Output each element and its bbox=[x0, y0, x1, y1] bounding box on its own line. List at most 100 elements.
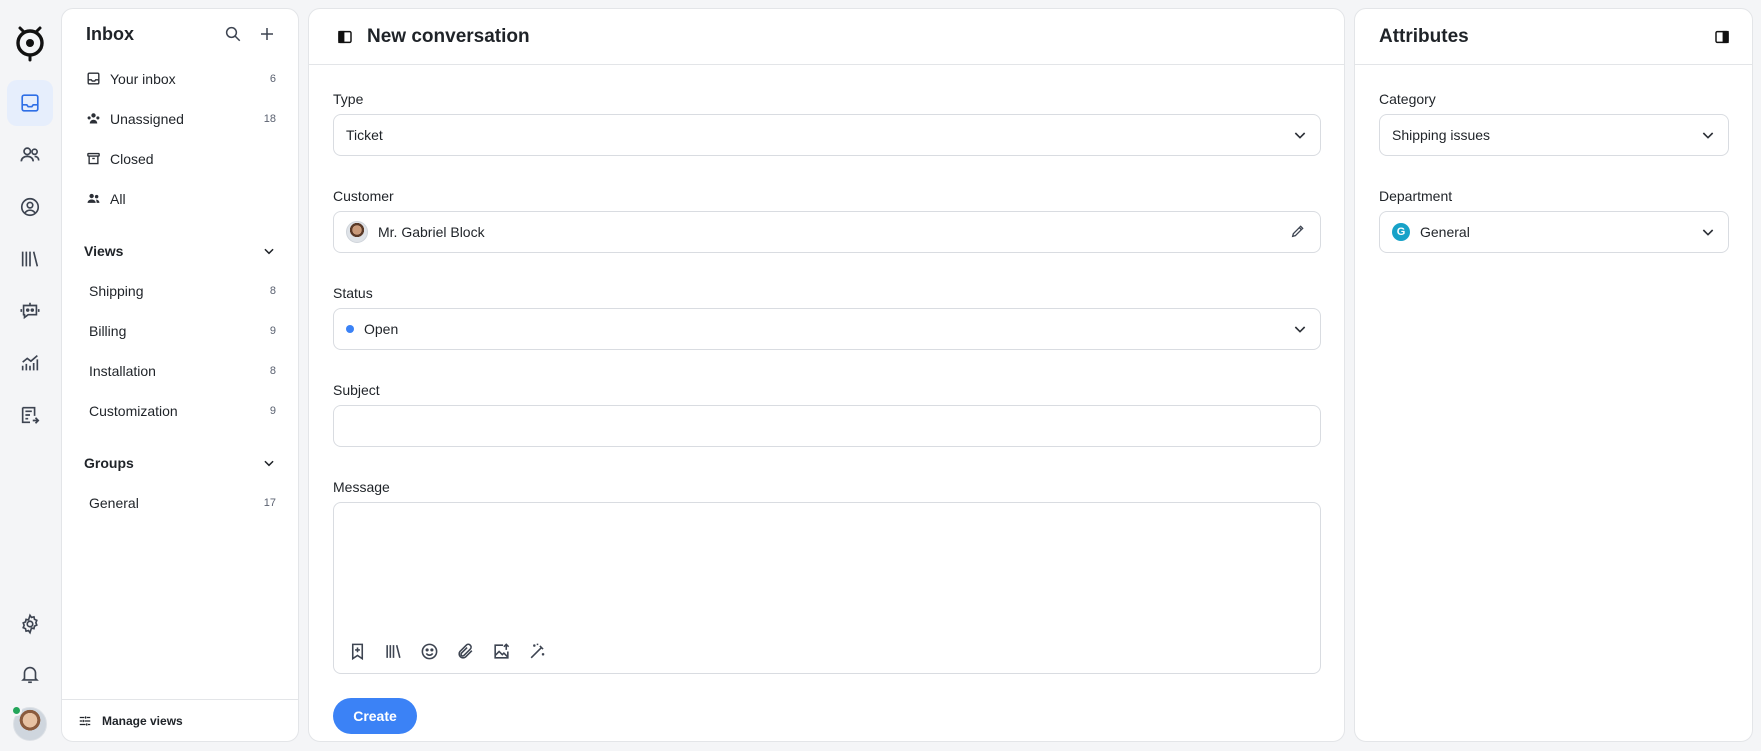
customer-label: Customer bbox=[333, 188, 394, 204]
sidebar-item-all[interactable]: All bbox=[62, 179, 298, 219]
view-count: 8 bbox=[269, 365, 276, 377]
rail-bottom bbox=[7, 601, 53, 741]
category-value: Shipping issues bbox=[1392, 127, 1491, 143]
reports-icon bbox=[21, 355, 39, 371]
attributes-panel: Attributes Category Shipping issues Depa… bbox=[1354, 8, 1753, 742]
sidebar-item-general[interactable]: General 17 bbox=[62, 483, 298, 523]
groups-section-title: Groups bbox=[84, 455, 134, 471]
rail-profile[interactable] bbox=[7, 184, 53, 230]
rail-reports[interactable] bbox=[7, 340, 53, 386]
sidebar-item-label: Closed bbox=[110, 151, 154, 167]
pencil-icon[interactable] bbox=[1290, 223, 1308, 241]
chevron-down-icon bbox=[1292, 321, 1308, 337]
inbox-icon bbox=[86, 71, 102, 87]
chevron-down-icon bbox=[1292, 127, 1308, 143]
sidebar-item-unassigned[interactable]: Unassigned 18 bbox=[62, 99, 298, 139]
archive-icon bbox=[86, 151, 102, 167]
chevron-down-icon bbox=[1700, 127, 1716, 143]
sliders-icon bbox=[79, 715, 91, 726]
sidebar-item-customization[interactable]: Customization 9 bbox=[62, 391, 298, 431]
sidebar-item-installation[interactable]: Installation 8 bbox=[62, 351, 298, 391]
image-upload-icon[interactable] bbox=[492, 642, 511, 661]
type-label: Type bbox=[333, 91, 364, 107]
new-conversation-panel: New conversation Type Ticket Customer Mr… bbox=[308, 8, 1345, 742]
groups-section-header[interactable]: Groups bbox=[62, 443, 298, 483]
rail-notifications[interactable] bbox=[7, 651, 53, 697]
user-circle-icon bbox=[20, 197, 40, 217]
sidebar-item-label: All bbox=[110, 191, 126, 207]
settings-icon bbox=[22, 613, 38, 635]
sidebar-item-shipping[interactable]: Shipping 8 bbox=[62, 271, 298, 311]
sidebar-item-count: 6 bbox=[269, 73, 276, 85]
department-label: Department bbox=[1379, 188, 1453, 204]
sidebar-header-actions bbox=[224, 25, 276, 43]
rail-inbox[interactable] bbox=[7, 80, 53, 126]
sidebar-item-count: 18 bbox=[263, 113, 276, 125]
department-badge: G bbox=[1392, 223, 1410, 241]
rail-contacts[interactable] bbox=[7, 132, 53, 178]
status-select[interactable]: Open bbox=[333, 308, 1321, 350]
group-label: General bbox=[89, 495, 139, 511]
user-avatar[interactable] bbox=[11, 705, 47, 741]
type-select[interactable]: Ticket bbox=[333, 114, 1321, 156]
view-label: Billing bbox=[89, 323, 127, 339]
rail-assign[interactable] bbox=[7, 392, 53, 438]
customer-value: Mr. Gabriel Block bbox=[378, 224, 485, 240]
chevron-down-icon bbox=[264, 248, 274, 255]
view-label: Customization bbox=[89, 403, 178, 419]
people-icon bbox=[86, 191, 102, 207]
view-count: 8 bbox=[269, 285, 276, 297]
bookmark-add-icon[interactable] bbox=[348, 642, 367, 661]
attributes-title: Attributes bbox=[1379, 25, 1469, 47]
message-label: Message bbox=[333, 479, 390, 495]
view-count: 9 bbox=[269, 405, 276, 417]
views-section-title: Views bbox=[84, 243, 124, 259]
department-value: General bbox=[1420, 224, 1470, 240]
manage-views-button[interactable]: Manage views bbox=[62, 699, 298, 741]
create-button[interactable]: Create bbox=[333, 698, 417, 734]
message-toolbar bbox=[348, 642, 547, 661]
bot-icon bbox=[20, 302, 40, 320]
attachment-icon[interactable] bbox=[456, 642, 475, 661]
inbox-sidebar: Inbox Your inbox 6 Unassigned 18 Closed … bbox=[61, 8, 299, 742]
plus-icon[interactable] bbox=[258, 25, 276, 43]
group-icon bbox=[86, 111, 102, 127]
online-status-dot bbox=[11, 705, 22, 716]
logo-icon bbox=[16, 26, 44, 62]
views-section-header[interactable]: Views bbox=[62, 231, 298, 271]
customer-field[interactable]: Mr. Gabriel Block bbox=[333, 211, 1321, 253]
sidebar-item-label: Unassigned bbox=[110, 111, 184, 127]
attributes-form: Category Shipping issues Department G Ge… bbox=[1355, 65, 1752, 253]
sidebar-title: Inbox bbox=[86, 23, 134, 44]
department-select[interactable]: G General bbox=[1379, 211, 1729, 253]
chevron-down-icon bbox=[1700, 224, 1716, 240]
bell-icon bbox=[21, 666, 39, 684]
rail-bot[interactable] bbox=[7, 288, 53, 334]
category-label: Category bbox=[1379, 91, 1436, 107]
emoji-icon[interactable] bbox=[420, 642, 439, 661]
sidebar-header: Inbox bbox=[62, 9, 298, 59]
library-icon[interactable] bbox=[384, 642, 403, 661]
library-icon bbox=[21, 251, 39, 267]
page-title: New conversation bbox=[367, 25, 530, 47]
rail-settings[interactable] bbox=[7, 601, 53, 647]
contacts-icon bbox=[20, 147, 40, 162]
subject-label: Subject bbox=[333, 382, 380, 398]
view-count: 9 bbox=[269, 325, 276, 337]
subject-input[interactable] bbox=[333, 405, 1321, 447]
chevron-down-icon bbox=[264, 460, 274, 467]
rail-library[interactable] bbox=[7, 236, 53, 282]
inbox-icon bbox=[21, 94, 39, 112]
sidebar-item-your-inbox[interactable]: Your inbox 6 bbox=[62, 59, 298, 99]
conversation-form: Type Ticket Customer Mr. Gabriel Block S… bbox=[309, 65, 1344, 734]
magic-wand-icon[interactable] bbox=[528, 642, 547, 661]
search-icon[interactable] bbox=[224, 25, 242, 43]
toggle-sidebar-icon[interactable] bbox=[337, 29, 353, 45]
toggle-panel-icon[interactable] bbox=[1714, 29, 1730, 45]
customer-avatar bbox=[346, 221, 368, 243]
sidebar-item-closed[interactable]: Closed bbox=[62, 139, 298, 179]
category-select[interactable]: Shipping issues bbox=[1379, 114, 1729, 156]
assign-list-icon bbox=[21, 406, 40, 424]
sidebar-item-billing[interactable]: Billing 9 bbox=[62, 311, 298, 351]
message-textarea[interactable] bbox=[333, 502, 1321, 674]
